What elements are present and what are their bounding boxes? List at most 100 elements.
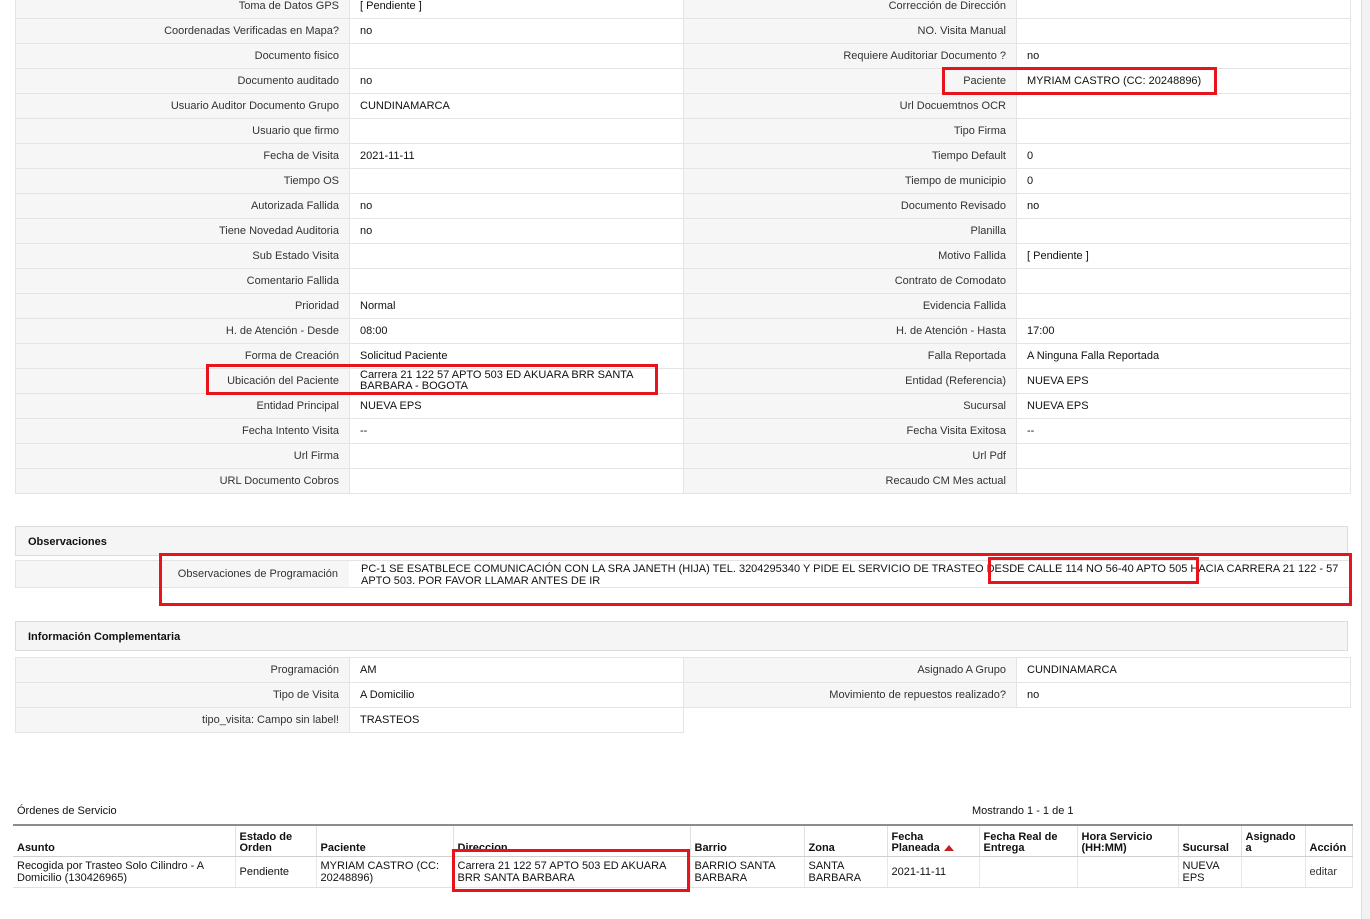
col-asignado[interactable]: Asignado a bbox=[1241, 825, 1306, 857]
value-forma-de-creacion: Solicitud Paciente bbox=[349, 343, 684, 369]
visit-detail-table: Toma de Datos GPS[ Pendiente ] Corrección… bbox=[15, 0, 1351, 494]
label-h-de-atencion-hasta: H. de Atención - Hasta bbox=[683, 318, 1017, 344]
col-zona[interactable]: Zona bbox=[804, 825, 888, 857]
label-planilla: Planilla bbox=[683, 218, 1017, 244]
value-coordenadas-verificadas-en-mapa: no bbox=[349, 18, 684, 44]
col-fecha-planeada[interactable]: Fecha Planeada bbox=[887, 825, 980, 857]
order-asunto: Recogida por Trasteo Solo Cilindro - A D… bbox=[13, 856, 236, 888]
value-sub-estado-visita bbox=[349, 243, 684, 269]
detail-row: Prioridad Normal Evidencia Fallida bbox=[15, 293, 1351, 319]
label-tipo-firma: Tipo Firma bbox=[683, 118, 1017, 144]
label-url-documento-cobros: URL Documento Cobros bbox=[15, 468, 350, 494]
value-comentario-fallida bbox=[349, 268, 684, 294]
label-url-pdf: Url Pdf bbox=[683, 443, 1017, 469]
label-fecha-de-visita: Fecha de Visita bbox=[15, 143, 350, 169]
col-paciente[interactable]: Paciente bbox=[316, 825, 454, 857]
label-recaudo-cm-mes-actual: Recaudo CM Mes actual bbox=[683, 468, 1017, 494]
value-prioridad: Normal bbox=[349, 293, 684, 319]
label-no-visita-manual: NO. Visita Manual bbox=[683, 18, 1017, 44]
col-hora-servicio[interactable]: Hora Servicio (HH:MM) bbox=[1077, 825, 1179, 857]
label-evidencia-fallida: Evidencia Fallida bbox=[683, 293, 1017, 319]
detail-row: Documento fisico Requiere Auditoriar Docu… bbox=[15, 43, 1351, 69]
value-url-firma bbox=[349, 443, 684, 469]
value-tipo-de-visita: A Domicilio bbox=[349, 682, 684, 708]
label-h-de-atencion-desde: H. de Atención - Desde bbox=[15, 318, 350, 344]
label-requiere-auditoriar-documento: Requiere Auditoriar Documento ? bbox=[683, 43, 1017, 69]
label-usuario-que-firmo: Usuario que firmo bbox=[15, 118, 350, 144]
col-estado-orden[interactable]: Estado de Orden bbox=[235, 825, 317, 857]
value-documento-fisico bbox=[349, 43, 684, 69]
value-documento-revisado: no bbox=[1016, 193, 1351, 219]
label-contrato-de-comodato: Contrato de Comodato bbox=[683, 268, 1017, 294]
value-autorizada-fallida: no bbox=[349, 193, 684, 219]
edit-order-link[interactable]: editar bbox=[1310, 866, 1338, 878]
empty-cell bbox=[684, 708, 1017, 733]
label-coordenadas-verificadas-en-mapa: Coordenadas Verificadas en Mapa? bbox=[15, 18, 350, 44]
sort-ascending-icon[interactable] bbox=[943, 845, 954, 852]
label-sub-estado-visita: Sub Estado Visita bbox=[15, 243, 350, 269]
detail-row: Toma de Datos GPS[ Pendiente ] Corrección… bbox=[15, 0, 1351, 19]
label-tiene-novedad-auditoria: Tiene Novedad Auditoria bbox=[15, 218, 350, 244]
detail-row: URL Documento Cobros Recaudo CM Mes actua… bbox=[15, 468, 1351, 494]
vertical-scrollbar[interactable] bbox=[1361, 0, 1370, 919]
value-fecha-de-visita: 2021-11-11 bbox=[349, 143, 684, 169]
detail-row: Fecha Intento Visita -- Fecha Visita Exito… bbox=[15, 418, 1351, 444]
label-paciente: Paciente bbox=[683, 68, 1017, 94]
label-tipo-de-visita: Tipo de Visita bbox=[15, 682, 350, 708]
empty-cell bbox=[1017, 708, 1351, 733]
label-falla-reportada: Falla Reportada bbox=[683, 343, 1017, 369]
col-accion: Acción bbox=[1305, 825, 1353, 857]
order-zona: SANTA BARBARA bbox=[804, 856, 888, 888]
orders-title: Órdenes de Servicio bbox=[17, 805, 117, 817]
value-url-docuemtnos-ocr bbox=[1016, 93, 1351, 119]
table-row: Recogida por Trasteo Solo Cilindro - A D… bbox=[13, 856, 1353, 888]
label-asignado-a-grupo: Asignado A Grupo bbox=[683, 657, 1017, 683]
label-forma-de-creacion: Forma de Creación bbox=[15, 343, 350, 369]
label-movimiento-de-repuestos-realizado: Movimiento de repuestos realizado? bbox=[683, 682, 1017, 708]
label-entidad-referencia: Entidad (Referencia) bbox=[683, 368, 1017, 394]
value-sucursal: NUEVA EPS bbox=[1016, 393, 1351, 419]
value-toma-de-datos-gps: [ Pendiente ] bbox=[349, 0, 684, 19]
order-hora bbox=[1077, 856, 1179, 888]
value-url-documento-cobros bbox=[349, 468, 684, 494]
value-usuario-que-firmo bbox=[349, 118, 684, 144]
label-url-firma: Url Firma bbox=[15, 443, 350, 469]
label-motivo-fallida: Motivo Fallida bbox=[683, 243, 1017, 269]
detail-row: Entidad Principal NUEVA EPS Sucursal NUEVA … bbox=[15, 393, 1351, 419]
label-tipo-visita-campo-sin-label: tipo_visita: Campo sin label! bbox=[15, 707, 350, 733]
observaciones-label: Observaciones de Programación bbox=[16, 561, 349, 587]
label-fecha-visita-exitosa: Fecha Visita Exitosa bbox=[683, 418, 1017, 444]
label-documento-revisado: Documento Revisado bbox=[683, 193, 1017, 219]
observaciones-header: Observaciones bbox=[15, 526, 1348, 556]
detail-row: Url Firma Url Pdf bbox=[15, 443, 1351, 469]
label-entidad-principal: Entidad Principal bbox=[15, 393, 350, 419]
value-tiempo-os bbox=[349, 168, 684, 194]
label-ubicacion-del-paciente: Ubicación del Paciente bbox=[15, 368, 350, 394]
value-tiempo-default: 0 bbox=[1016, 143, 1351, 169]
value-ubicacion-del-paciente: Carrera 21 122 57 APTO 503 ED AKUARA BRR… bbox=[349, 368, 684, 394]
value-paciente: MYRIAM CASTRO (CC: 20248896) bbox=[1016, 68, 1351, 94]
col-sucursal[interactable]: Sucursal bbox=[1178, 825, 1242, 857]
label-correccion-de-direccion: Corrección de Dirección bbox=[683, 0, 1017, 19]
value-usuario-auditor-documento-grupo: CUNDINAMARCA bbox=[349, 93, 684, 119]
col-direccion[interactable]: Direccion bbox=[453, 825, 691, 857]
orders-table: Asunto Estado de Orden Paciente Direccio… bbox=[13, 824, 1353, 888]
value-programacion: AM bbox=[349, 657, 684, 683]
detail-row: Usuario Auditor Documento Grupo CUNDINAMA… bbox=[15, 93, 1351, 119]
label-fecha-intento-visita: Fecha Intento Visita bbox=[15, 418, 350, 444]
order-barrio: BARRIO SANTA BARBARA bbox=[690, 856, 805, 888]
col-fecha-real[interactable]: Fecha Real de Entrega bbox=[979, 825, 1078, 857]
col-asunto[interactable]: Asunto bbox=[13, 825, 236, 857]
col-barrio[interactable]: Barrio bbox=[690, 825, 805, 857]
value-planilla bbox=[1016, 218, 1351, 244]
value-no-visita-manual bbox=[1016, 18, 1351, 44]
value-recaudo-cm-mes-actual bbox=[1016, 468, 1351, 494]
value-motivo-fallida: [ Pendiente ] bbox=[1016, 243, 1351, 269]
value-fecha-visita-exitosa: -- bbox=[1016, 418, 1351, 444]
info-complementaria-table: Programación AM Asignado A Grupo CUNDINAMAR… bbox=[15, 657, 1351, 733]
detail-row: Ubicación del Paciente Carrera 21 122 57 … bbox=[15, 368, 1351, 394]
detail-row: Programación AM Asignado A Grupo CUNDINAMAR… bbox=[15, 657, 1351, 683]
label-autorizada-fallida: Autorizada Fallida bbox=[15, 193, 350, 219]
detail-row: Tiempo OS Tiempo de municipio 0 bbox=[15, 168, 1351, 194]
order-fecha-real bbox=[979, 856, 1078, 888]
